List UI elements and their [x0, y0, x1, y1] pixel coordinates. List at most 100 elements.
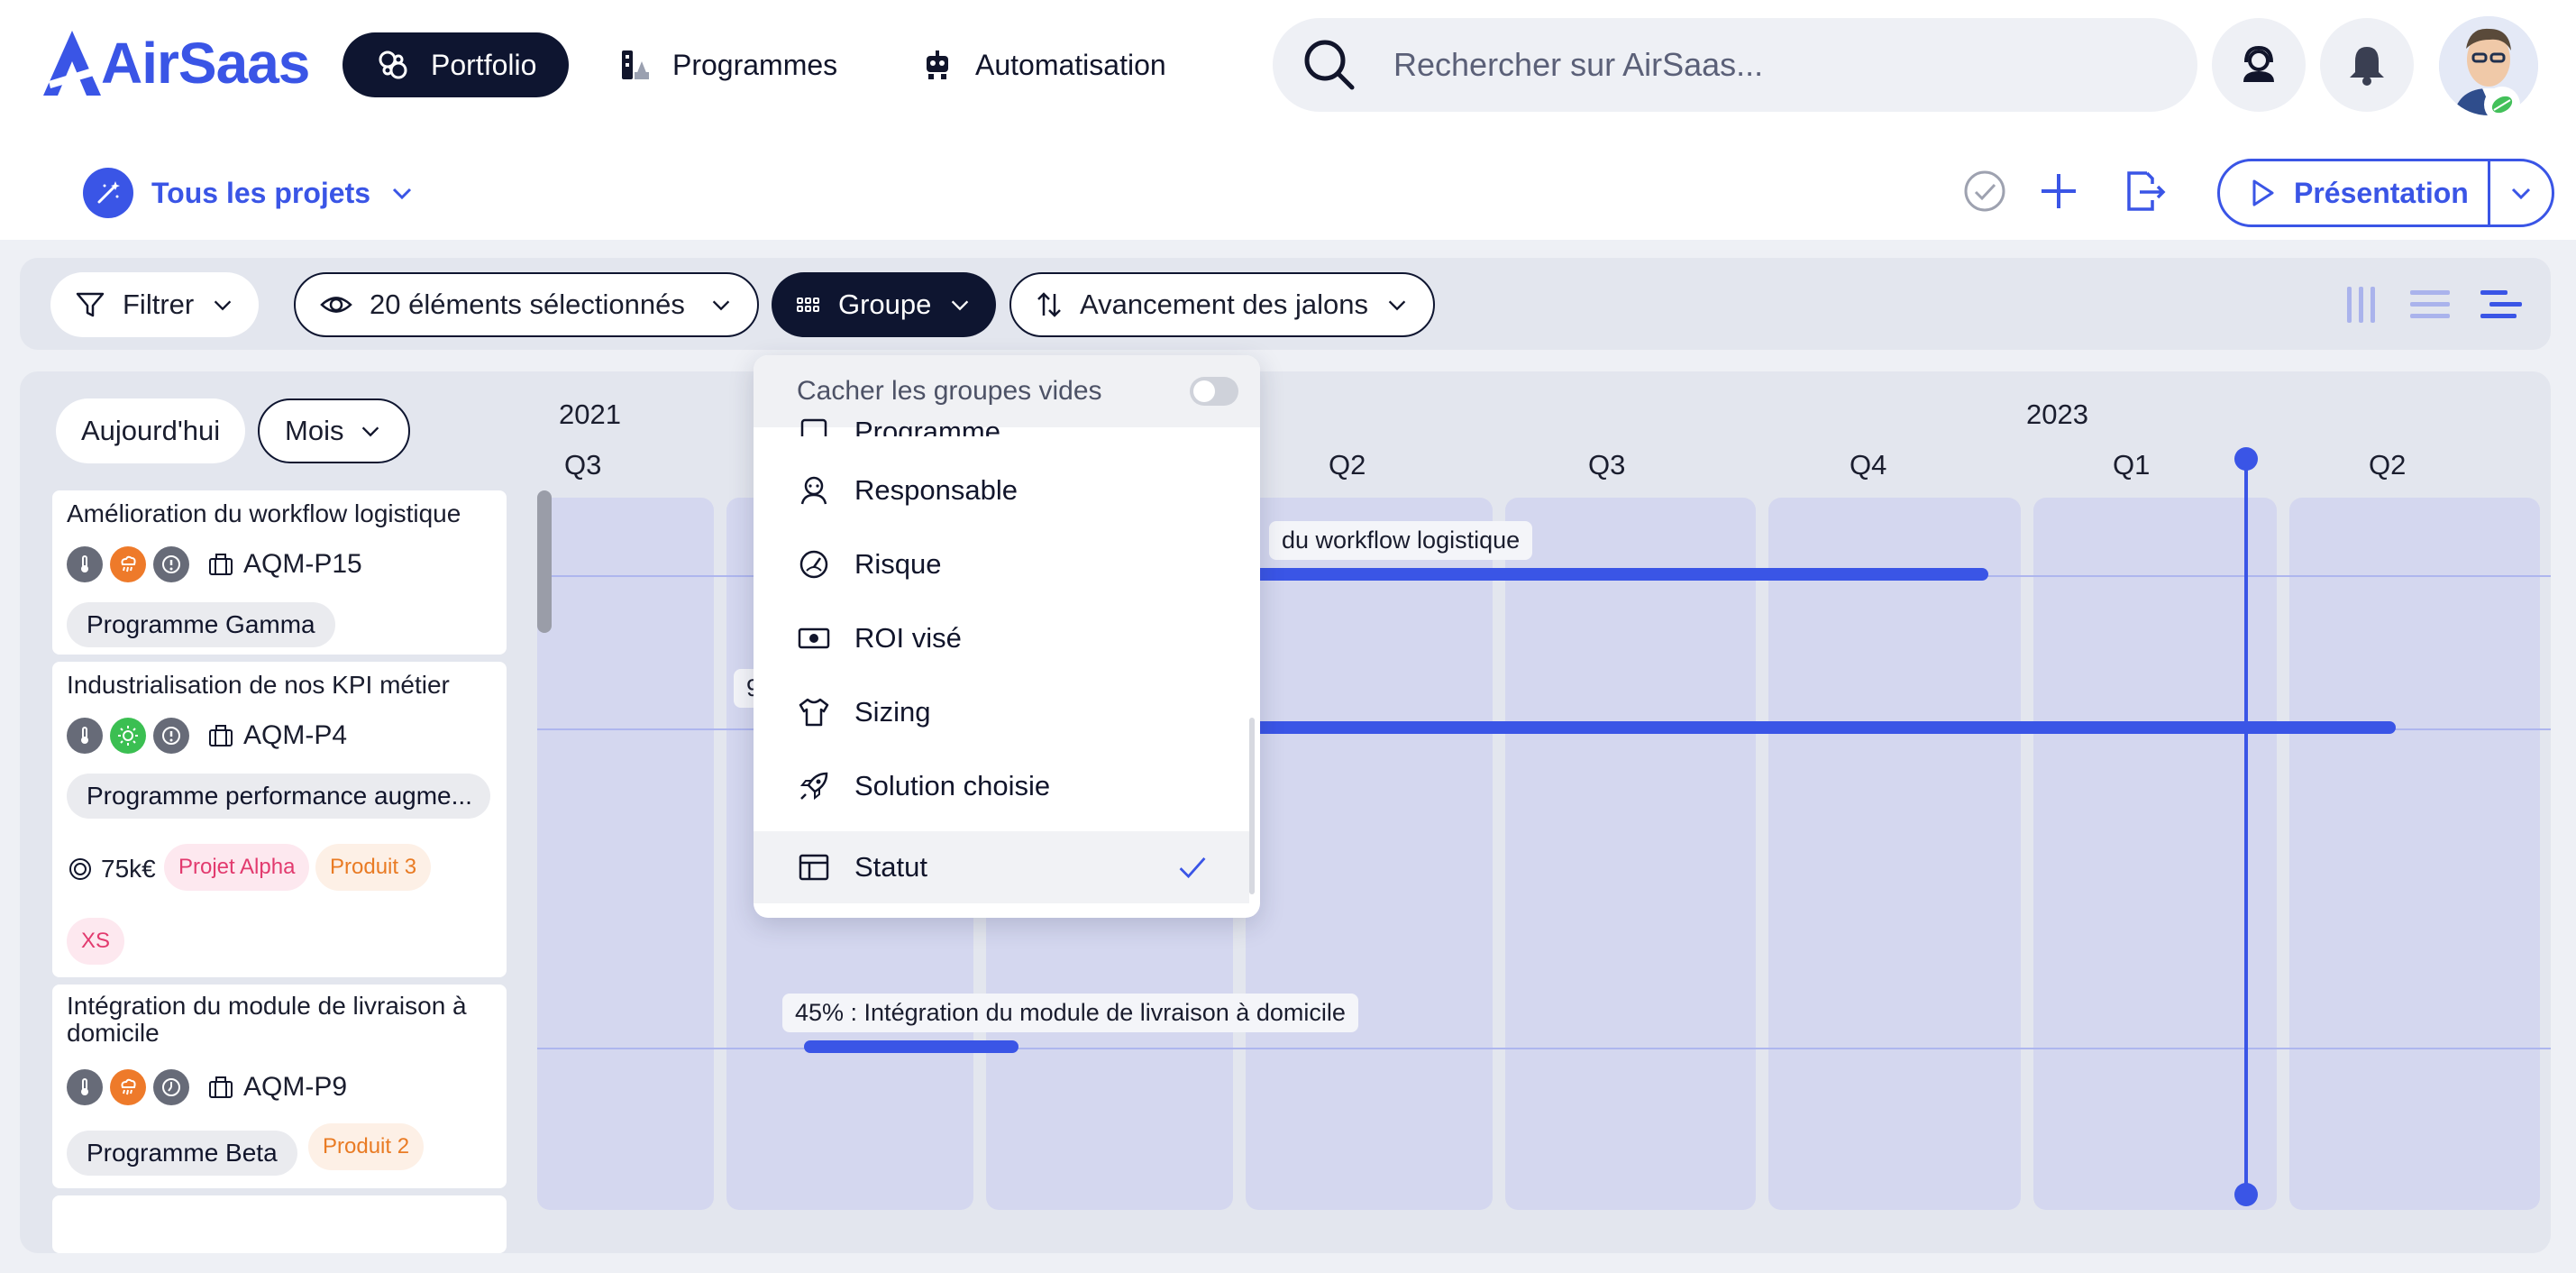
budget-value: 75k€ — [101, 855, 156, 883]
chevron-down-icon — [1388, 300, 1406, 311]
scale-selector[interactable]: Mois — [258, 398, 411, 463]
project-code-label: AQM-P15 — [243, 549, 362, 579]
group-option-risque[interactable]: Risque — [754, 536, 1249, 593]
validate-button[interactable] — [1958, 164, 2012, 218]
bell-icon — [2350, 47, 2384, 86]
project-tag[interactable]: Projet Alpha — [164, 844, 310, 891]
plus-icon — [2042, 174, 2076, 208]
group-dropdown: Cacher les groupes vides Programme Respo… — [754, 355, 1260, 918]
coins-icon — [69, 858, 91, 880]
quarter-column — [1768, 498, 2021, 1210]
quarter-label: Q4 — [1850, 449, 1887, 481]
group-button[interactable]: Groupe — [772, 272, 997, 337]
project-card[interactable] — [52, 1195, 507, 1253]
search-bar[interactable] — [1273, 18, 2197, 112]
programme-tag[interactable]: Programme Gamma — [67, 602, 335, 647]
layout-icon — [799, 854, 829, 881]
nav-automatisation[interactable]: Automatisation — [887, 32, 1199, 97]
chevron-down-icon — [214, 300, 232, 311]
presentation-button-group: Présentation — [2217, 159, 2554, 227]
project-card[interactable]: Intégration du module de livraison à dom… — [52, 985, 507, 1188]
quarter-label: Q3 — [1588, 449, 1626, 481]
project-card[interactable]: Amélioration du workflow logistique AQM-… — [52, 490, 507, 655]
gantt-view-icon[interactable] — [2479, 285, 2524, 325]
search-input[interactable] — [1393, 46, 2169, 84]
project-title: Intégration du module de livraison à — [67, 992, 467, 1020]
quarter-label: Q3 — [564, 449, 602, 481]
columns-view-icon[interactable] — [2342, 285, 2381, 325]
add-button[interactable] — [2032, 164, 2086, 218]
thermometer-icon — [67, 1069, 103, 1105]
alert-icon — [153, 718, 189, 754]
view-switcher — [2342, 285, 2524, 325]
group-label: Groupe — [838, 288, 932, 320]
list-view-icon[interactable] — [2408, 285, 2452, 325]
play-icon — [2252, 179, 2274, 206]
sub-header: Tous les projets Présentation — [0, 142, 2576, 240]
budget: 75k€ — [67, 855, 156, 884]
presentation-options-button[interactable] — [2490, 179, 2552, 206]
presentation-button[interactable]: Présentation — [2220, 161, 2490, 224]
project-selector[interactable]: Tous les projets — [83, 168, 416, 218]
person-icon — [800, 476, 827, 505]
airsaas-logo-icon — [43, 31, 101, 96]
quarter-label: Q1 — [2113, 449, 2151, 481]
chevron-down-icon — [392, 188, 412, 200]
project-badges: AQM-P4 — [67, 718, 347, 754]
group-option-sizing[interactable]: Sizing — [754, 683, 1249, 741]
group-option-programme[interactable]: Programme — [754, 393, 1249, 436]
project-code: AQM-P4 — [207, 720, 347, 751]
group-option-label: ROI visé — [854, 622, 962, 654]
chevron-down-icon — [362, 426, 379, 437]
sort-button[interactable]: Avancement des jalons — [1009, 272, 1435, 337]
size-tag[interactable]: XS — [67, 918, 125, 965]
project-tag[interactable]: Produit 3 — [315, 844, 432, 891]
airsaas-logo[interactable]: AirSaas — [40, 27, 310, 99]
group-option-solution[interactable]: Solution choisie — [754, 757, 1249, 815]
project-bar[interactable] — [804, 1040, 1019, 1053]
clock-icon — [153, 1069, 189, 1105]
programme-icon — [800, 418, 827, 436]
group-option-label: Statut — [854, 851, 927, 883]
filter-button[interactable]: Filtrer — [50, 272, 260, 337]
list-scrollbar[interactable] — [537, 490, 552, 633]
programme-tag[interactable]: Programme Beta — [67, 1131, 297, 1176]
group-option-label: Responsable — [854, 474, 1018, 506]
group-option-statut[interactable]: Statut — [754, 831, 1249, 903]
group-option-roi[interactable]: ROI visé — [754, 609, 1249, 667]
grid-dots-icon — [797, 298, 819, 312]
chevron-down-icon — [712, 300, 730, 311]
nav-automatisation-label: Automatisation — [975, 48, 1166, 81]
today-marker-bottom — [2234, 1183, 2258, 1206]
nav-portfolio[interactable]: Portfolio — [343, 32, 570, 97]
project-tag[interactable]: Produit 2 — [308, 1123, 425, 1170]
programmes-icon — [622, 50, 649, 79]
quarter-column — [2289, 498, 2540, 1210]
status-indicator — [2484, 87, 2520, 123]
project-title-continued: domicile — [67, 1019, 160, 1047]
quarter-column — [537, 498, 714, 1210]
chevron-down-icon — [2511, 188, 2531, 200]
robot-icon — [927, 50, 948, 79]
sort-arrows-icon — [1037, 292, 1061, 317]
today-marker-top — [2234, 447, 2258, 471]
thermometer-icon — [67, 718, 103, 754]
visible-elements-button[interactable]: 20 éléments sélectionnés — [294, 272, 759, 337]
notifications-button[interactable] — [2320, 18, 2414, 112]
dropdown-scrollbar[interactable] — [1249, 718, 1255, 894]
support-agent-icon — [2243, 45, 2274, 82]
chevron-down-icon — [952, 300, 969, 311]
project-card[interactable]: Industrialisation de nos KPI métier AQM-… — [52, 662, 507, 977]
project-bar[interactable] — [1240, 568, 1988, 581]
nav-programmes[interactable]: Programmes — [584, 32, 870, 97]
group-option-label: Sizing — [854, 696, 931, 728]
export-icon — [2127, 171, 2166, 211]
support-button[interactable] — [2212, 18, 2306, 112]
alert-icon — [153, 546, 189, 582]
eye-icon — [320, 297, 352, 313]
programme-tag[interactable]: Programme performance augme... — [67, 774, 490, 819]
today-button[interactable]: Aujourd'hui — [56, 398, 246, 463]
group-option-responsable[interactable]: Responsable — [754, 462, 1249, 519]
visible-elements-label: 20 éléments sélectionnés — [370, 288, 685, 320]
export-button[interactable] — [2116, 164, 2170, 218]
